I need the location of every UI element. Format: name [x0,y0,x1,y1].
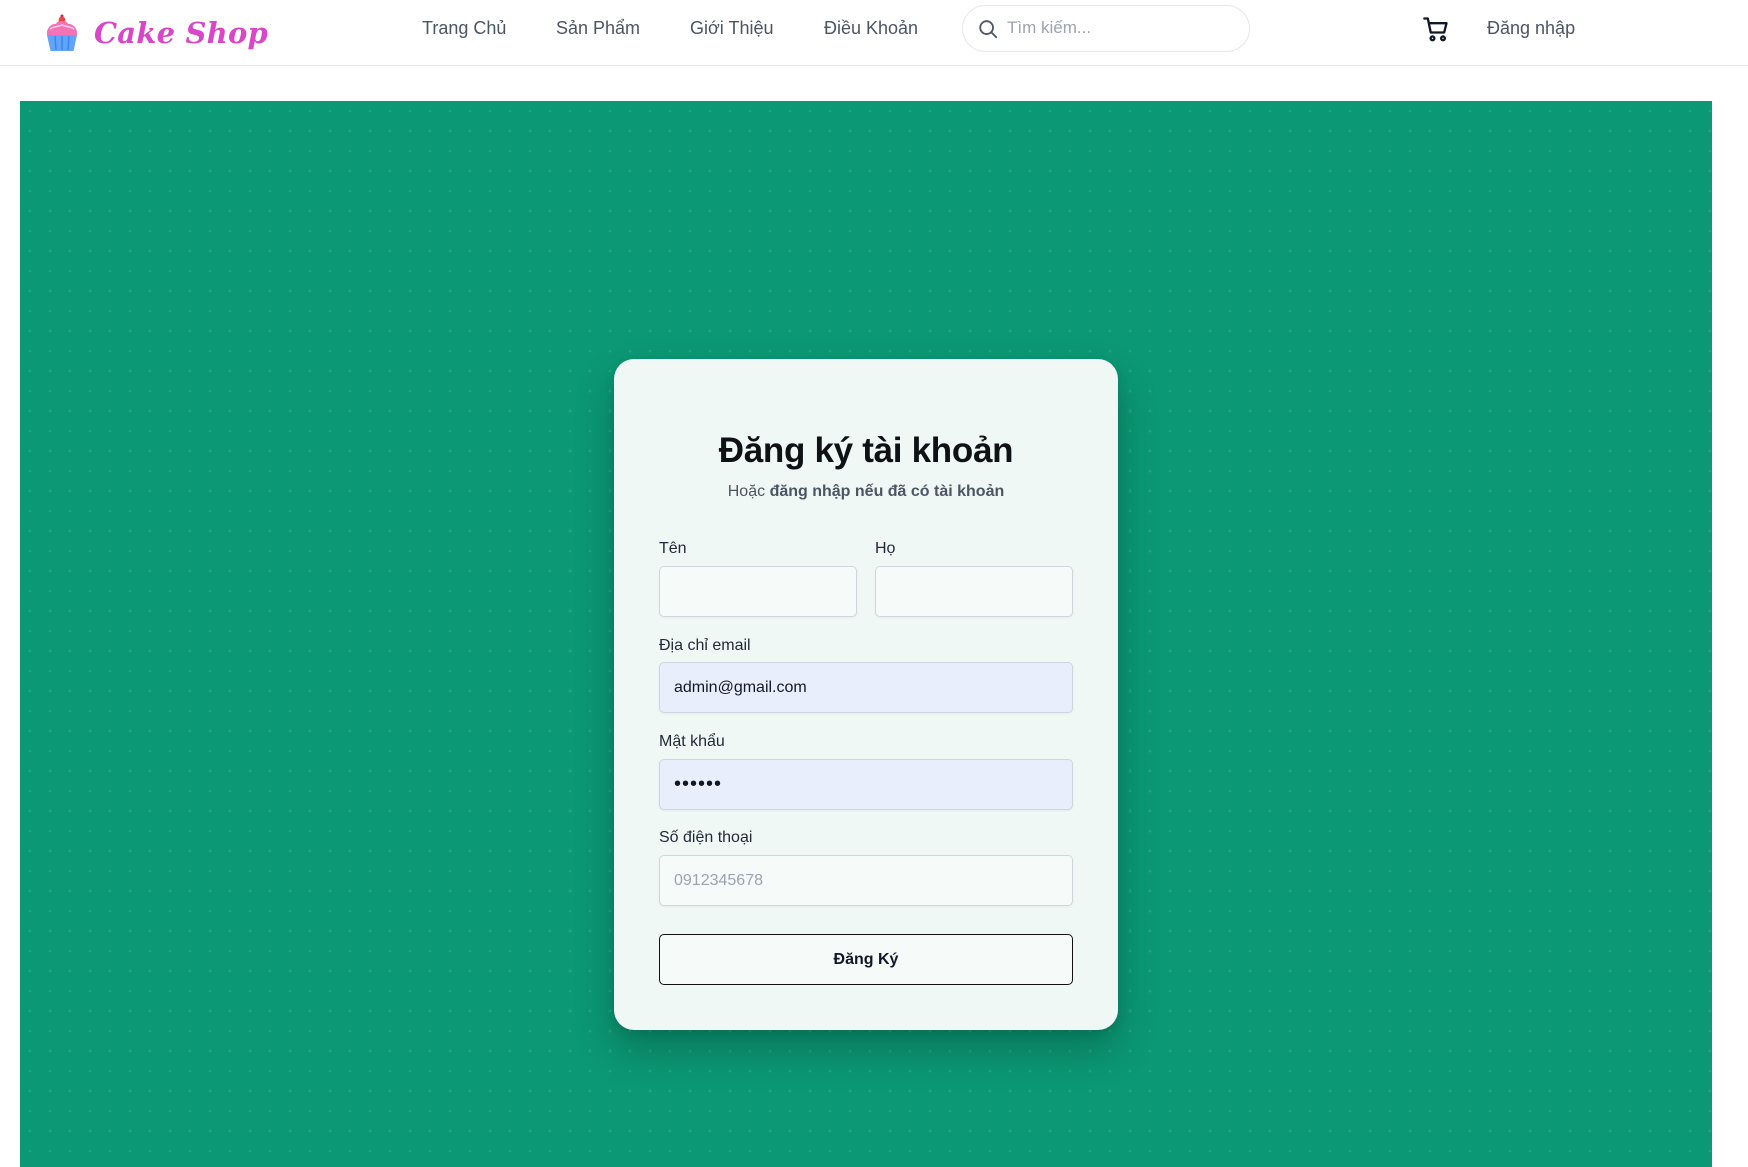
search-box [962,5,1250,52]
register-title: Đăng ký tài khoản [718,431,1014,470]
password-input[interactable] [659,759,1073,810]
phone-label: Số điện thoại [659,829,753,846]
search-icon [979,20,998,39]
shopping-cart-icon[interactable] [1422,15,1450,43]
nav-terms[interactable]: Điều Khoản [824,18,918,39]
last-name-input[interactable] [875,566,1073,617]
password-label: Mật khẩu [659,733,725,750]
brand-logo[interactable]: Cake Shop [44,10,268,56]
first-name-input[interactable] [659,566,857,617]
search-input[interactable] [1007,6,1237,50]
brand-name: Cake Shop [94,16,268,50]
login-link[interactable]: Đăng nhập [1487,18,1575,39]
register-subtitle: Hoặc đăng nhập nếu đã có tài khoản [614,483,1118,501]
email-input[interactable] [659,662,1073,713]
nav-products[interactable]: Sản Phẩm [556,18,640,39]
subtitle-prefix: Hoặc [727,483,766,500]
top-navbar: Cake Shop Trang Chủ Sản Phẩm Giới Thiệu … [0,0,1748,66]
first-name-label: Tên [659,540,687,557]
phone-input[interactable] [659,855,1073,906]
nav-home[interactable]: Trang Chủ [422,18,506,39]
register-button[interactable]: Đăng Ký [659,934,1073,985]
login-prompt-link[interactable]: đăng nhập nếu đã có tài khoản [770,483,1005,500]
email-label: Địa chỉ email [659,637,751,654]
register-card: Đăng ký tài khoản Hoặc đăng nhập nếu đã … [614,359,1118,1030]
cupcake-icon [46,14,78,51]
nav-about[interactable]: Giới Thiệu [690,18,774,39]
last-name-label: Họ [875,540,896,557]
